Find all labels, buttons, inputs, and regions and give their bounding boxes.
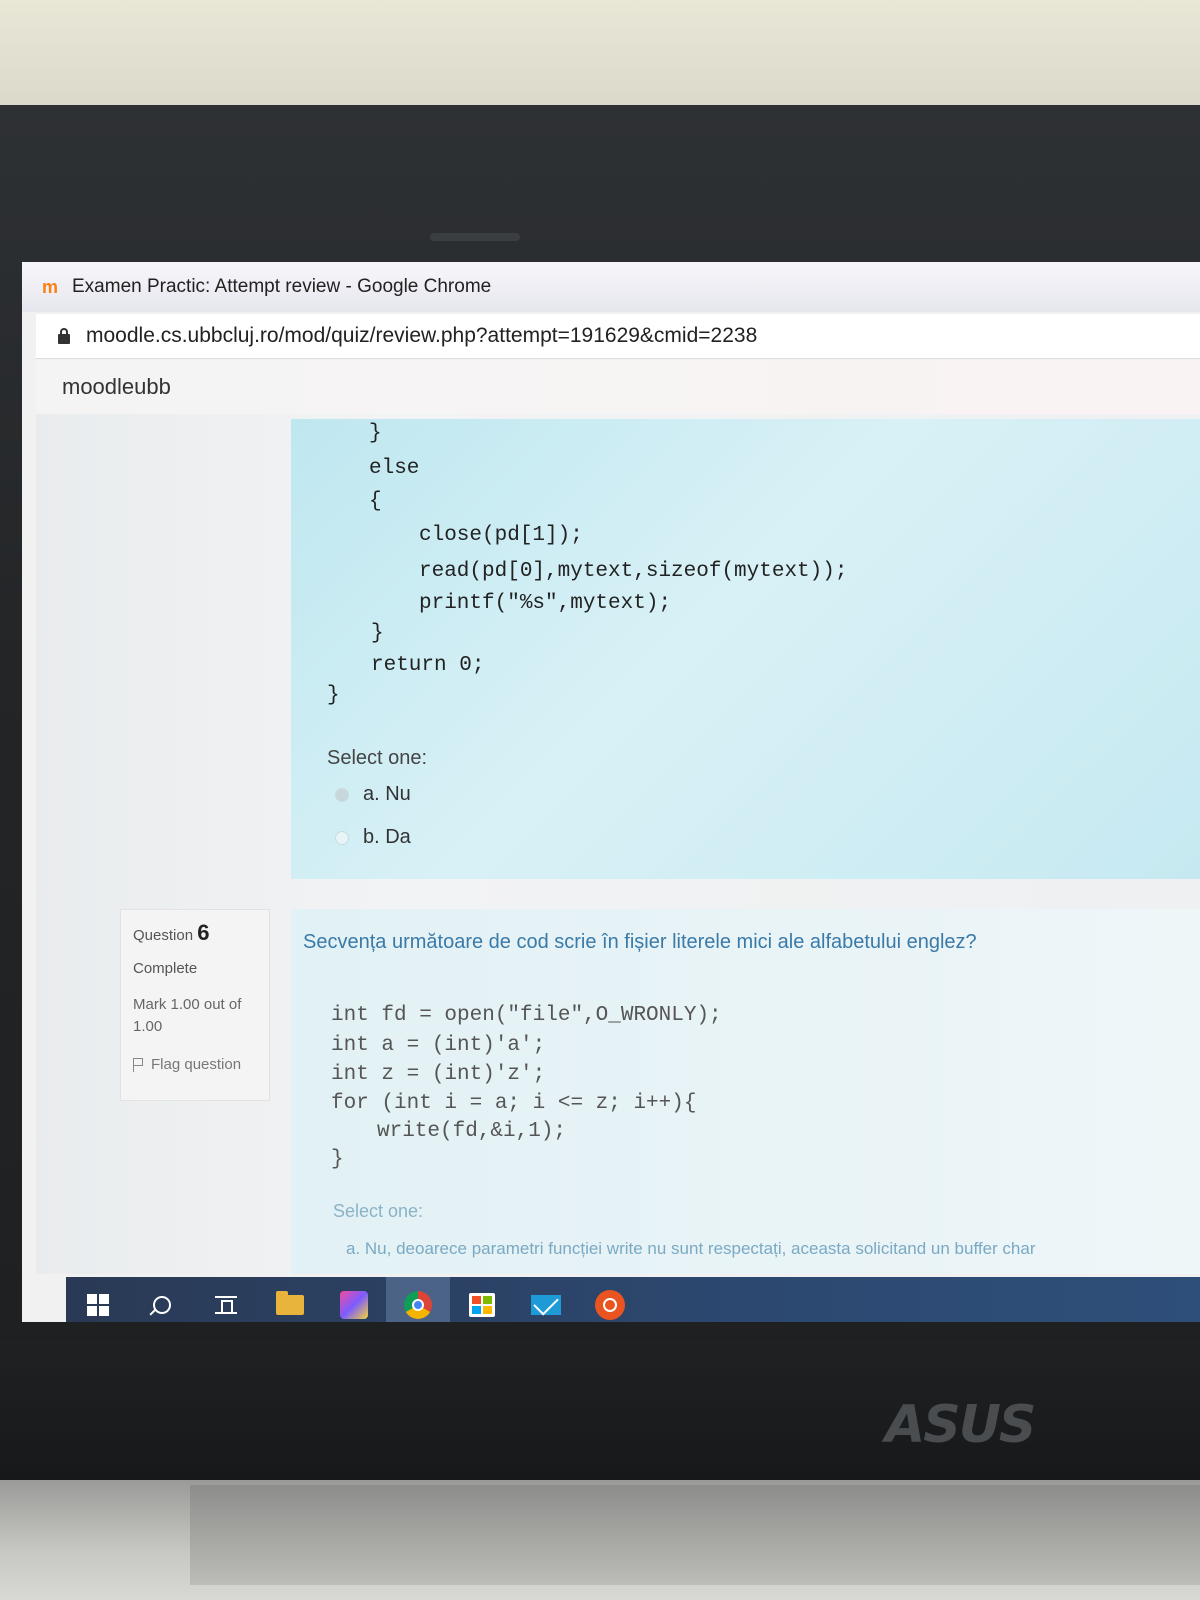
question-6-info: Question 6 Complete Mark 1.00 out of 1.0… — [120, 909, 270, 1101]
code-line: printf("%s",mytext); — [419, 592, 672, 615]
flag-label[interactable]: Flag question — [151, 1056, 241, 1073]
code-line: else — [369, 457, 420, 480]
page-content: } else { close(pd[1]); read(pd[0],mytext… — [36, 414, 1200, 1274]
chrome-icon[interactable] — [404, 1291, 432, 1319]
ide-button[interactable] — [322, 1277, 386, 1322]
search-icon[interactable] — [153, 1296, 171, 1314]
chrome-titlebar: m Examen Practic: Attempt review - Googl… — [22, 262, 1200, 312]
file-explorer-button[interactable] — [258, 1277, 322, 1322]
task-view-icon[interactable] — [215, 1296, 237, 1314]
mail-icon[interactable] — [531, 1295, 561, 1315]
store-button[interactable] — [450, 1277, 514, 1322]
windows-taskbar — [66, 1277, 1200, 1322]
windows-start-icon[interactable] — [87, 1294, 109, 1316]
laptop-chin: ASUS — [0, 1340, 1200, 1500]
question-number-value: 6 — [197, 920, 210, 945]
code-line: int fd = open("file",O_WRONLY); — [331, 1004, 722, 1027]
address-bar[interactable]: moodle.cs.ubbcluj.ro/mod/quiz/review.php… — [36, 314, 1200, 359]
question-text: Secvența următoare de cod scrie în fișie… — [303, 931, 977, 953]
answer-option-a[interactable]: a. Nu, deoarece parametri funcției write… — [346, 1239, 1036, 1259]
radio-button[interactable] — [335, 830, 349, 845]
code-line: close(pd[1]); — [419, 524, 583, 547]
url-text[interactable]: moodle.cs.ubbcluj.ro/mod/quiz/review.php… — [86, 324, 757, 348]
answer-label: b. Da — [363, 826, 411, 848]
question-label: Question — [133, 927, 194, 944]
task-view-button[interactable] — [194, 1277, 258, 1322]
answer-option-b[interactable]: b. Da — [335, 826, 411, 849]
code-line: } — [369, 422, 382, 445]
code-line: write(fd,&i,1); — [377, 1120, 567, 1143]
code-line: int a = (int)'a'; — [331, 1034, 546, 1057]
ubuntu-button[interactable] — [578, 1277, 642, 1322]
question-6-content: Secvența următoare de cod scrie în fișie… — [291, 909, 1200, 1274]
question-grade: Mark 1.00 out of 1.00 — [133, 996, 242, 1035]
code-line: for (int i = a; i <= z; i++){ — [331, 1092, 697, 1115]
store-icon[interactable] — [469, 1293, 495, 1317]
window-title: Examen Practic: Attempt review - Google … — [72, 276, 492, 297]
code-line: } — [327, 684, 340, 707]
code-line: } — [331, 1148, 344, 1171]
code-line: { — [369, 490, 382, 513]
answer-option-a[interactable]: a. Nu — [335, 783, 411, 806]
webcam-bar — [430, 233, 520, 241]
select-one-label: Select one: — [327, 747, 428, 769]
select-one-label: Select one: — [333, 1201, 424, 1221]
laptop-screen: m Examen Practic: Attempt review - Googl… — [22, 262, 1200, 1322]
code-line: read(pd[0],mytext,sizeof(mytext)); — [419, 560, 848, 583]
ide-icon[interactable] — [340, 1291, 368, 1319]
laptop-base-lip — [190, 1485, 1200, 1585]
code-line: int z = (int)'z'; — [331, 1063, 546, 1086]
radio-button-checked[interactable] — [335, 787, 349, 802]
question-5-content: } else { close(pd[1]); read(pd[0],mytext… — [291, 419, 1200, 879]
question-number: Question 6 — [133, 920, 209, 946]
moodle-navbar: moodleubb — [36, 360, 1200, 414]
asus-logo: ASUS — [885, 1395, 1036, 1455]
chrome-button[interactable] — [386, 1277, 450, 1322]
code-line: return 0; — [371, 654, 485, 677]
file-explorer-icon[interactable] — [276, 1291, 304, 1315]
search-button[interactable] — [130, 1277, 194, 1322]
start-button[interactable] — [66, 1277, 130, 1322]
site-brand-link[interactable]: moodleubb — [62, 374, 171, 400]
moodle-favicon-icon: m — [42, 277, 59, 297]
code-line: } — [371, 622, 384, 645]
ubuntu-icon[interactable] — [595, 1290, 625, 1320]
mail-button[interactable] — [514, 1277, 578, 1322]
flag-question-link[interactable]: Flag question — [133, 1056, 241, 1073]
question-state: Complete — [133, 960, 198, 977]
flag-icon[interactable] — [133, 1057, 143, 1072]
answer-label: a. Nu — [363, 783, 411, 805]
lock-icon[interactable] — [58, 328, 70, 344]
